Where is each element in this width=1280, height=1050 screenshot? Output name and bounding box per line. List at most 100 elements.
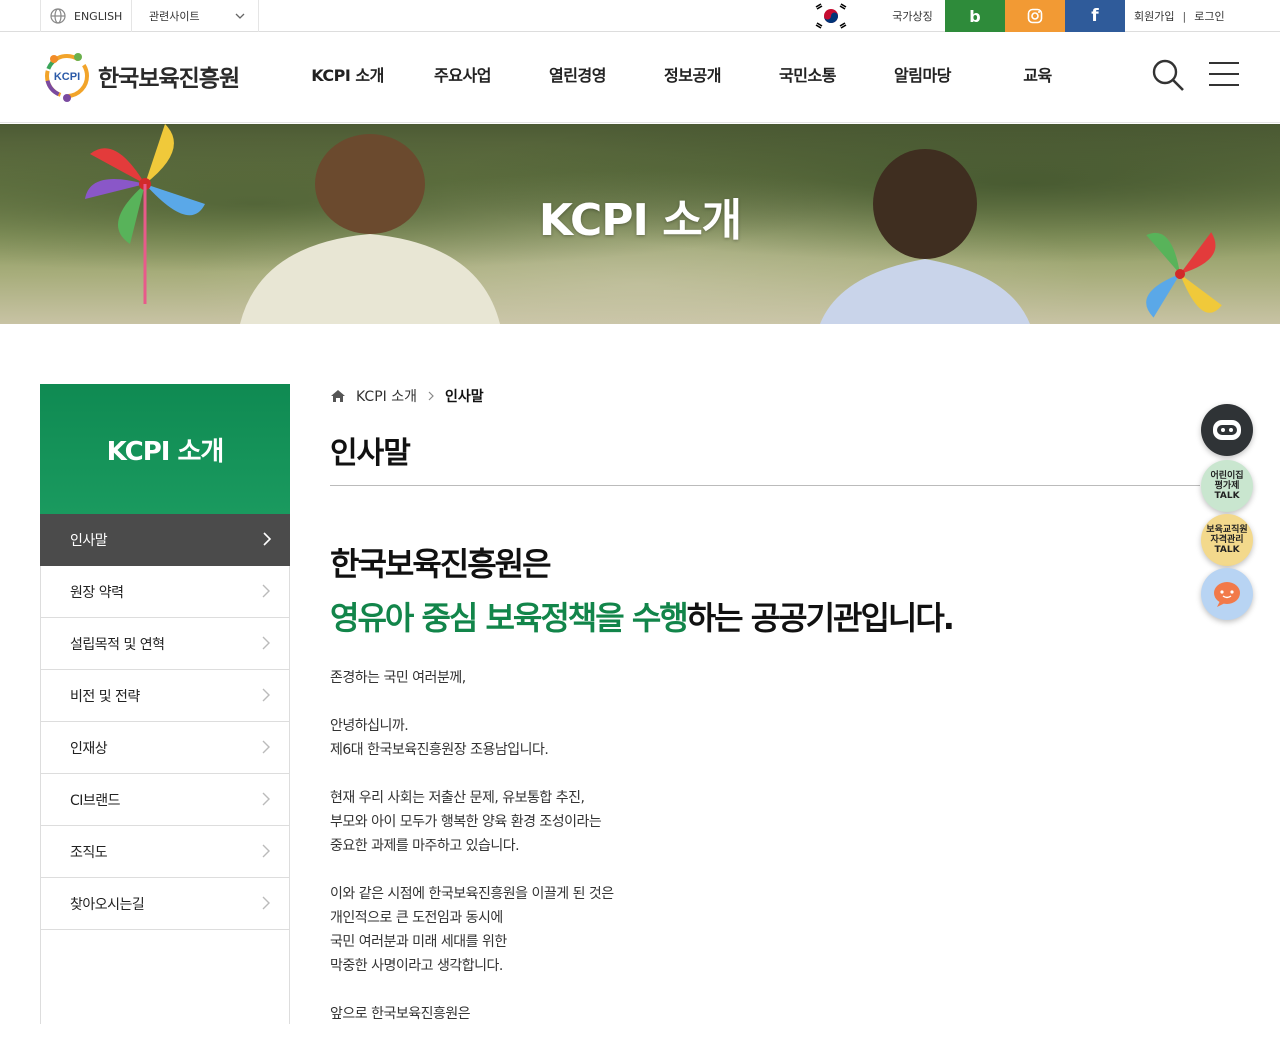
instagram-button[interactable] [1005,0,1065,32]
member-links: 회원가입 | 로그인 [1134,0,1225,32]
side-nav-item-directions[interactable]: 찾아오시는길 [41,878,289,930]
all-menu-button[interactable] [1208,61,1240,87]
breadcrumb-parent[interactable]: KCPI 소개 [356,386,417,406]
member-separator: | [1182,9,1187,23]
chevron-right-icon [262,896,270,910]
instagram-icon [1027,8,1043,24]
national-symbol-link[interactable]: 국가상징 [880,0,945,32]
side-nav-item-organization[interactable]: 조직도 [41,826,289,878]
breadcrumb: KCPI 소개 인사말 [330,384,1200,408]
evaluation-talk-label: 어린이집 평가제 TALK [1210,471,1244,501]
chatbot-button[interactable] [1201,404,1253,456]
blog-icon: b [969,6,981,26]
nav-education[interactable]: 교육 [980,33,1095,121]
banner-title: KCPI 소개 [538,195,742,246]
greeting-line: 막중한 사명이라고 생각합니다. [330,958,503,974]
page-title: 인사말 [330,428,1200,486]
logo-name: 한국보육진흥원 [98,66,240,92]
evaluation-talk-button[interactable]: 어린이집 평가제 TALK [1201,460,1253,512]
taegukgi-icon[interactable] [808,0,854,32]
side-nav-item-greeting[interactable]: 인사말 [40,514,290,566]
chevron-right-icon [262,792,270,806]
main-content: KCPI 소개 인사말 인사말 한국보육진흥원은 영유아 중심 보육정책을 수행… [330,384,1200,1050]
headline-line-1: 한국보육진흥원은 [330,545,552,583]
greeting-body: 존경하는 국민 여러분께, 안녕하십니까. 제6대 한국보육진흥원장 조용남입니다… [330,666,1200,1026]
greeting-line: 안녕하십니까. [330,718,409,734]
chevron-down-icon [235,13,245,19]
chevron-right-icon [262,740,270,754]
facebook-button[interactable]: f [1065,0,1125,32]
side-nav-item-vision[interactable]: 비전 및 전략 [41,670,289,722]
side-nav-label: 찾아오시는길 [70,896,145,913]
facebook-icon: f [1091,6,1099,26]
greeting-line: 개인적으로 큰 도전임과 동시에 [330,910,503,926]
home-icon[interactable] [330,389,346,403]
side-nav-label: 인재상 [70,740,108,757]
english-link[interactable]: ENGLISH [40,0,132,32]
chevron-right-icon [263,532,272,546]
nav-kcpi-intro[interactable]: KCPI 소개 [290,33,405,121]
greeting-line: 앞으로 한국보육진흥원은 [330,1006,471,1022]
side-nav-label: 비전 및 전략 [70,688,140,705]
side-nav-item-history[interactable]: 설립목적 및 연혁 [41,618,289,670]
greeting-line: 제6대 한국보육진흥원장 조용남입니다. [330,742,549,758]
chevron-right-icon [428,391,434,401]
side-nav-label: 인사말 [70,532,108,549]
nav-info-disclosure[interactable]: 정보공개 [635,33,750,121]
side-nav-item-talent[interactable]: 인재상 [41,722,289,774]
utility-bar: ENGLISH 관련사이트 국가상징 b f 회원가입 | 로그인 [0,0,1280,32]
robot-icon [1213,420,1241,440]
greeting-paragraph: 앞으로 한국보육진흥원은 [330,1002,1200,1026]
visual-banner: KCPI 소개 [0,124,1280,324]
blog-button[interactable]: b [945,0,1005,32]
site-header: KCPI 한국보육진흥원 KCPI 소개 주요사업 열린경영 정보공개 국민소통… [0,33,1280,123]
side-nav-title: KCPI 소개 [40,384,290,514]
greeting-paragraph: 안녕하십니까. 제6대 한국보육진흥원장 조용남입니다. [330,714,1200,762]
side-nav-label: 원장 약력 [70,584,124,601]
qualification-talk-label: 보육교직원 자격관리 TALK [1206,525,1248,555]
counsel-chat-button[interactable] [1201,568,1253,620]
headline-highlight: 영유아 중심 보육정책을 수행 [330,599,689,637]
logo-mark: KCPI [40,49,94,103]
side-nav-label: 설립목적 및 연혁 [70,636,165,653]
greeting-paragraph: 현재 우리 사회는 저출산 문제, 유보통합 추진, 부모와 아이 모두가 행복한… [330,786,1200,858]
search-button[interactable] [1150,57,1186,93]
join-link[interactable]: 회원가입 [1134,8,1174,24]
breadcrumb-current: 인사말 [444,389,484,405]
chevron-right-icon [262,636,270,650]
chevron-right-icon [262,844,270,858]
headline-line-2: 영유아 중심 보육정책을 수행하는 공공기관입니다. [330,590,1200,646]
greeting-line: 현재 우리 사회는 저출산 문제, 유보통합 추진, [330,790,585,806]
nav-notice[interactable]: 알림마당 [865,33,980,121]
search-icon [1152,59,1184,91]
globe-icon [50,8,66,24]
greeting-line: 국민 여러분과 미래 세대를 위한 [330,934,507,950]
chevron-right-icon [262,688,270,702]
greeting-paragraph: 존경하는 국민 여러분께, [330,666,1200,690]
english-label: ENGLISH [74,9,123,23]
side-navigation: KCPI 소개 인사말 원장 약력 설립목적 및 연혁 비전 및 전략 인재상 … [40,384,290,1024]
greeting-line: 중요한 과제를 마주하고 있습니다. [330,838,520,854]
related-sites-dropdown[interactable]: 관련사이트 [132,0,259,32]
nav-main-business[interactable]: 주요사업 [405,33,520,121]
headline-rest: 하는 공공기관입니다. [686,599,955,637]
nav-open-management[interactable]: 열린경영 [520,33,635,121]
hamburger-icon [1209,62,1239,86]
greeting-headline: 한국보육진흥원은 영유아 중심 보육정책을 수행하는 공공기관입니다. [330,538,1200,646]
chat-bubble-icon [1214,582,1240,607]
greeting-paragraph: 이와 같은 시점에 한국보육진흥원을 이끌게 된 것은 개인적으로 큰 도전임과 … [330,882,1200,978]
side-nav-item-ci-brand[interactable]: CI브랜드 [41,774,289,826]
main-navigation: KCPI 소개 주요사업 열린경영 정보공개 국민소통 알림마당 교육 [290,33,1095,121]
login-link[interactable]: 로그인 [1194,8,1224,24]
svg-text:KCPI: KCPI [54,71,80,83]
greeting-line: 부모와 아이 모두가 행복한 양육 환경 조성이라는 [330,814,602,830]
nav-public-communication[interactable]: 국민소통 [750,33,865,121]
site-logo[interactable]: KCPI 한국보육진흥원 [40,49,240,103]
side-nav-item-president-profile[interactable]: 원장 약력 [41,566,289,618]
qualification-talk-button[interactable]: 보육교직원 자격관리 TALK [1201,514,1253,566]
related-sites-label: 관련사이트 [149,10,200,23]
chevron-right-icon [262,584,270,598]
side-nav-label: CI브랜드 [70,792,121,809]
side-nav-label: 조직도 [70,844,108,861]
greeting-line: 존경하는 국민 여러분께, [330,670,466,686]
